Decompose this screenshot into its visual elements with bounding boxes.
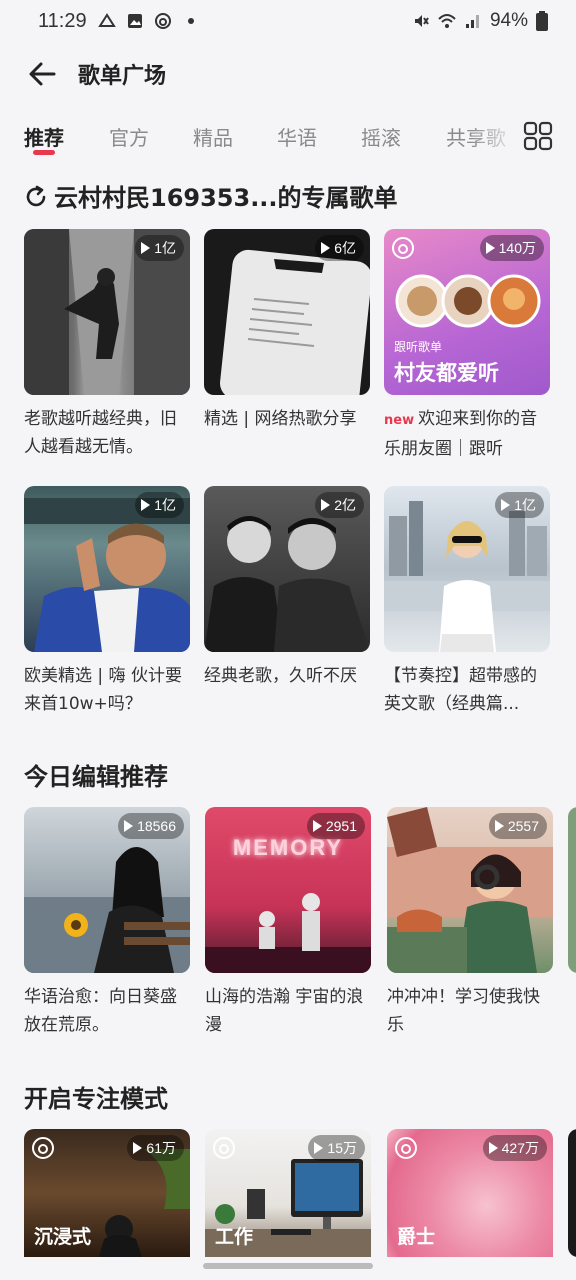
- play-count-badge: 1亿: [495, 492, 544, 518]
- playlist-cover[interactable]: 沉浸式 61万: [24, 1129, 190, 1257]
- play-count-badge: 18566: [118, 813, 184, 839]
- play-icon: [141, 242, 151, 254]
- playlist-cover[interactable]: 跟听歌单 村友都爱听 140万: [384, 229, 550, 395]
- focus-playlist-card-partial[interactable]: [568, 1129, 576, 1257]
- play-icon: [312, 820, 322, 832]
- focus-playlist-card[interactable]: 爵士 427万: [387, 1129, 553, 1257]
- playlist-card[interactable]: 跟听歌单 村友都爱听 140万 new 欢迎来到你的音乐朋友圈｜跟听: [384, 229, 550, 461]
- playlist-title[interactable]: 精选 | 网络热歌分享: [204, 405, 370, 461]
- play-icon: [485, 242, 495, 254]
- refresh-icon[interactable]: [24, 185, 48, 209]
- battery-icon: [536, 11, 548, 31]
- section-editor-title: 今日编辑推荐: [24, 763, 168, 791]
- play-count-badge: 61万: [127, 1135, 184, 1161]
- playlist-cover[interactable]: 1亿: [384, 486, 550, 652]
- play-count-badge: 140万: [479, 235, 544, 261]
- playlist-title[interactable]: 冲冲冲！学习使我快乐: [387, 983, 553, 1039]
- mute-icon: [414, 15, 429, 27]
- tab-rock[interactable]: 摇滚: [361, 122, 401, 151]
- status-bar: 11:29 94%: [0, 0, 576, 44]
- section-focus-title: 开启专注模式: [24, 1085, 168, 1113]
- cover-subtitle: 跟听歌单: [394, 340, 443, 354]
- focus-playlist-card[interactable]: 工作 15万: [205, 1129, 371, 1257]
- battery-percent: 94%: [489, 10, 528, 31]
- playlist-card[interactable]: 6亿 精选 | 网络热歌分享: [204, 229, 370, 461]
- netease-status-icon: [155, 13, 171, 29]
- playlist-card-partial[interactable]: [568, 807, 576, 973]
- play-count-badge: 1亿: [135, 235, 184, 261]
- dot-icon: [188, 18, 194, 24]
- playlist-cover[interactable]: MEMORY 2951: [205, 807, 371, 973]
- playlist-card[interactable]: 1亿 欧美精选 | 嗨 伙计要来首10w+吗？: [24, 486, 190, 718]
- playlist-title[interactable]: 【节奏控】超带感的英文歌（经典篇...: [384, 662, 550, 718]
- all-categories-icon[interactable]: [520, 118, 556, 154]
- playlist-card[interactable]: MEMORY 2951 山海的浩瀚 宇宙的浪漫: [205, 807, 371, 1039]
- section-personal-title: 云村村民169353...的专属歌单: [24, 178, 398, 213]
- playlist-title[interactable]: 老歌越听越经典，旧人越看越无情。: [24, 405, 190, 461]
- playlist-card[interactable]: 2亿 经典老歌，久听不厌: [204, 486, 370, 718]
- play-icon: [488, 1142, 498, 1154]
- playlist-cover[interactable]: 2557: [387, 807, 553, 973]
- tab-recommend[interactable]: 推荐: [24, 122, 64, 151]
- play-icon: [321, 499, 331, 511]
- playlist-cover[interactable]: 2亿: [204, 486, 370, 652]
- playlist-cover[interactable]: 1亿: [24, 229, 190, 395]
- playlist-cover[interactable]: 1亿: [24, 486, 190, 652]
- signal-icon: [465, 15, 479, 28]
- play-icon: [314, 1142, 324, 1154]
- back-arrow-icon[interactable]: [24, 56, 60, 92]
- play-count-badge: 2亿: [315, 492, 364, 518]
- playlist-title[interactable]: 经典老歌，久听不厌: [204, 662, 370, 718]
- playlist-cover[interactable]: 工作 15万: [205, 1129, 371, 1257]
- playlist-cover[interactable]: [568, 807, 576, 973]
- play-icon: [494, 820, 504, 832]
- gallery-icon: [128, 14, 142, 28]
- playlist-title[interactable]: 欧美精选 | 嗨 伙计要来首10w+吗？: [24, 662, 190, 718]
- new-badge: new: [384, 413, 415, 428]
- playlist-title[interactable]: new 欢迎来到你的音乐朋友圈｜跟听: [384, 405, 554, 461]
- tab-chinese[interactable]: 华语: [277, 122, 317, 151]
- play-icon: [321, 242, 331, 254]
- playlist-cover[interactable]: 18566: [24, 807, 190, 973]
- playlist-card[interactable]: 2557 冲冲冲！学习使我快乐: [387, 807, 553, 1039]
- play-icon: [141, 499, 151, 511]
- playlist-card[interactable]: 1亿 【节奏控】超带感的英文歌（经典篇...: [384, 486, 550, 718]
- playlist-card[interactable]: 18566 华语治愈：向日葵盛放在荒原。: [24, 807, 190, 1039]
- playlist-cover[interactable]: 爵士 427万: [387, 1129, 553, 1257]
- active-tab-indicator: [33, 150, 55, 155]
- play-count-badge: 6亿: [315, 235, 364, 261]
- cover-main-text: 村友都爱听: [394, 361, 499, 385]
- playlist-cover[interactable]: 6亿: [204, 229, 370, 395]
- home-indicator[interactable]: [203, 1263, 373, 1269]
- tab-premium[interactable]: 精品: [193, 122, 233, 151]
- wifi-icon: [438, 14, 456, 28]
- tab-official[interactable]: 官方: [109, 122, 149, 151]
- notification-icon: [98, 13, 116, 27]
- focus-playlist-card[interactable]: 沉浸式 61万: [24, 1129, 190, 1257]
- playlist-title[interactable]: 山海的浩瀚 宇宙的浪漫: [205, 983, 371, 1039]
- page-title: 歌单广场: [78, 64, 167, 89]
- focus-mode-label: 工作: [215, 1226, 254, 1248]
- playlist-card[interactable]: 1亿 老歌越听越经典，旧人越看越无情。: [24, 229, 190, 461]
- app-header: 歌单广场: [0, 44, 576, 104]
- playlist-cover[interactable]: [568, 1129, 576, 1257]
- play-count-badge: 1亿: [135, 492, 184, 518]
- focus-mode-label: 沉浸式: [34, 1226, 92, 1248]
- play-count-badge: 2951: [306, 813, 365, 839]
- play-count-badge: 427万: [482, 1135, 547, 1161]
- play-count-badge: 2557: [488, 813, 547, 839]
- play-count-badge: 15万: [308, 1135, 365, 1161]
- section-personal-label: 云村村民169353...的专属歌单: [54, 184, 398, 212]
- focus-mode-label: 爵士: [397, 1226, 436, 1248]
- play-icon: [124, 820, 134, 832]
- playlist-title[interactable]: 华语治愈：向日葵盛放在荒原。: [24, 983, 190, 1039]
- status-time: 11:29: [38, 10, 87, 32]
- play-icon: [133, 1142, 143, 1154]
- play-icon: [501, 499, 511, 511]
- netease-logo-icon: [395, 1137, 417, 1159]
